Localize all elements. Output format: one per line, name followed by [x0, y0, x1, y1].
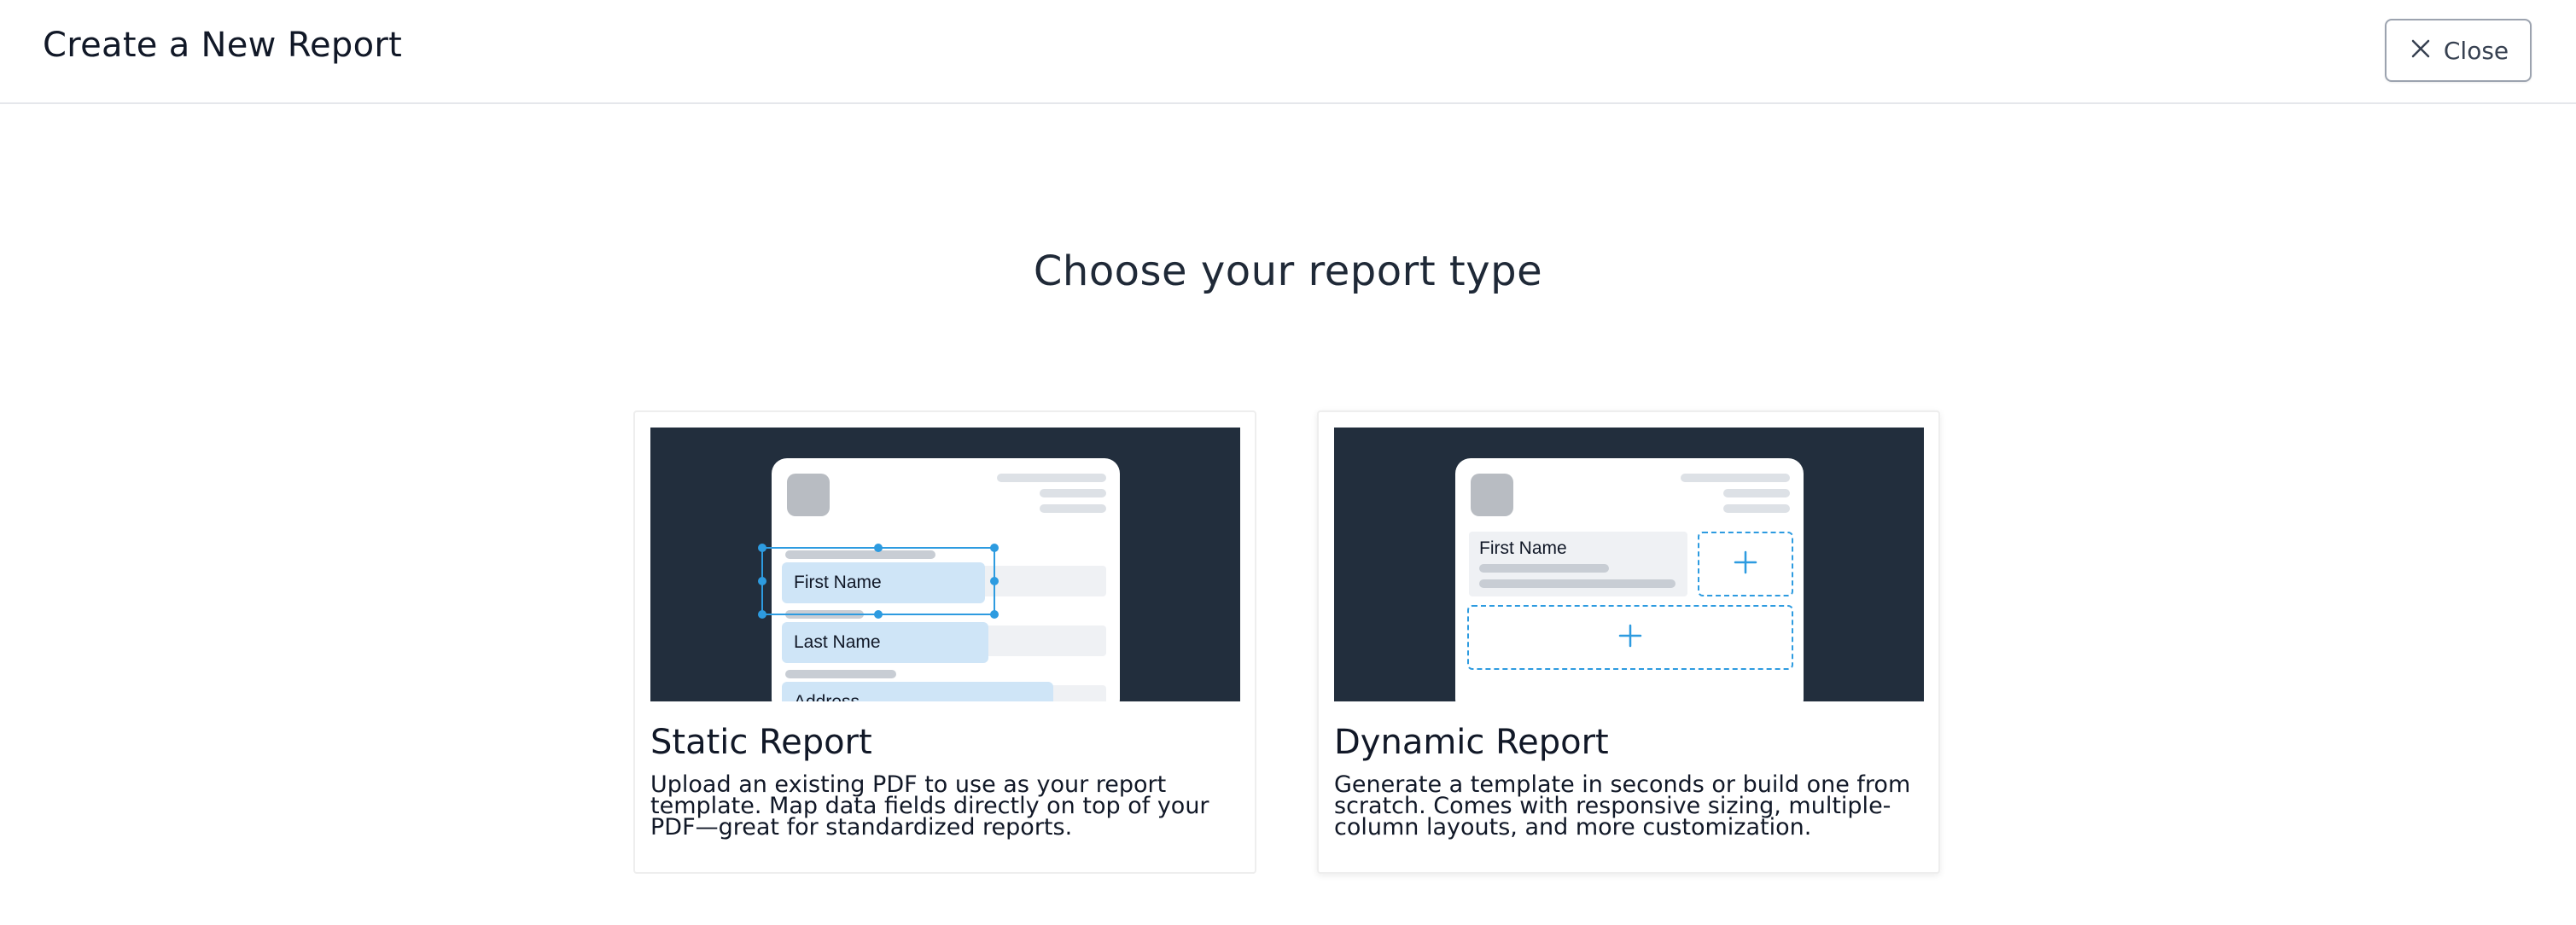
placeholder-line — [1681, 474, 1790, 482]
placeholder-line — [1479, 564, 1609, 573]
logo-placeholder — [1471, 474, 1513, 516]
header: Create a New Report Close — [0, 0, 2576, 104]
first-name-field-label: First Name — [1479, 538, 1567, 558]
plus-icon — [1617, 623, 1643, 653]
dynamic-report-preview: First Name — [1334, 428, 1924, 701]
static-report-preview: First Name Last Name Address — [650, 428, 1240, 701]
add-column-placeholder — [1698, 532, 1793, 596]
report-type-heading: Choose your report type — [1033, 247, 1543, 295]
close-button[interactable]: Close — [2385, 19, 2532, 82]
dynamic-report-description: Generate a template in seconds or build … — [1334, 771, 1911, 841]
dynamic-report-card[interactable]: First Name Dynamic Report Generate a tem… — [1317, 410, 1940, 874]
placeholder-line — [1479, 579, 1676, 588]
static-report-title: Static Report — [650, 723, 872, 762]
static-report-card[interactable]: First Name Last Name Address Static Repo… — [633, 410, 1256, 874]
add-row-placeholder — [1467, 605, 1793, 670]
placeholder-line — [1723, 489, 1790, 497]
plus-icon — [1733, 550, 1758, 579]
preview-document: First Name — [1455, 458, 1804, 701]
placeholder-line — [1723, 504, 1790, 513]
selection-box — [758, 544, 999, 619]
page-title: Create a New Report — [43, 26, 403, 65]
close-label: Close — [2443, 36, 2509, 65]
dynamic-report-title: Dynamic Report — [1334, 723, 1609, 762]
close-icon — [2408, 36, 2433, 66]
static-report-description: Upload an existing PDF to use as your re… — [650, 771, 1209, 841]
